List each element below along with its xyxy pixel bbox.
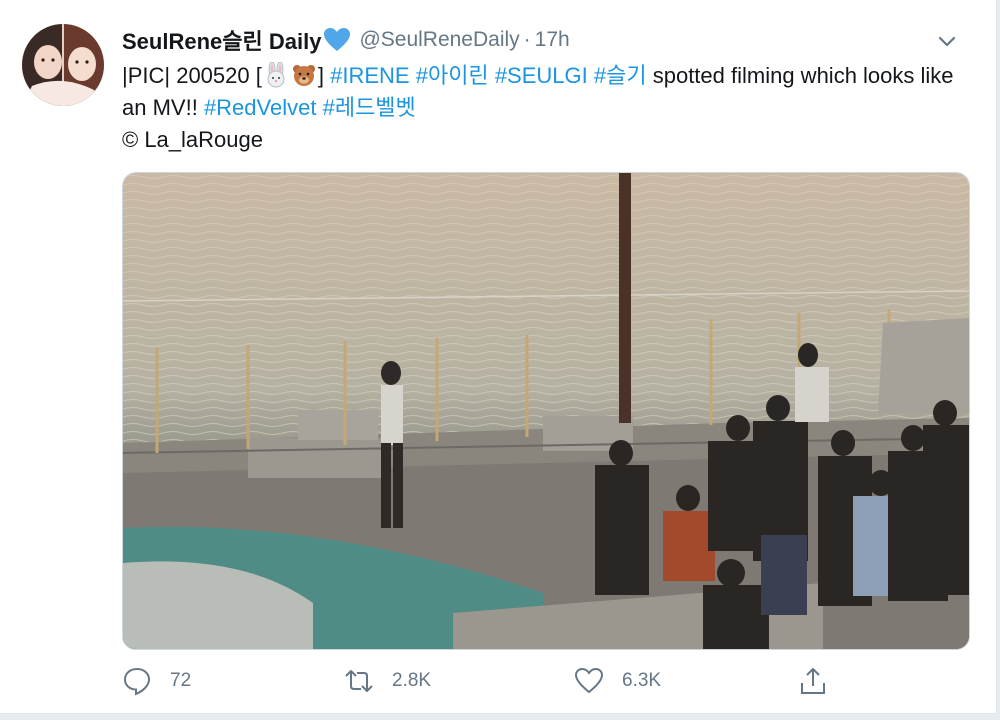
- separator-dot: ·: [523, 28, 531, 51]
- timestamp[interactable]: 17h: [535, 28, 570, 52]
- photo-credit: © La_laRouge: [122, 127, 263, 152]
- hashtag-irene-korean[interactable]: #아이린: [416, 63, 489, 88]
- text-bracket-close: ]: [317, 63, 324, 88]
- share-button[interactable]: [798, 666, 828, 696]
- reply-icon: [123, 667, 151, 696]
- hashtag-seulgi-korean[interactable]: #슬기: [594, 63, 647, 88]
- like-icon: [574, 667, 604, 694]
- chevron-down-icon[interactable]: [936, 30, 958, 52]
- hashtag-seulgi[interactable]: #SEULGI: [495, 63, 588, 88]
- text-prefix: |PIC| 200520 [: [122, 63, 262, 88]
- reply-button[interactable]: 72: [122, 666, 191, 696]
- tweet-actions: 72 2.8K 6.3K: [122, 666, 968, 702]
- avatar[interactable]: [22, 24, 104, 106]
- like-button[interactable]: 6.3K: [574, 666, 661, 696]
- retweet-count: 2.8K: [392, 670, 432, 691]
- reply-count: 72: [170, 670, 192, 691]
- retweet-button[interactable]: 2.8K: [344, 666, 431, 696]
- tweet-header: SeulRene슬린 Daily @SeulReneDaily · 17h: [122, 24, 966, 56]
- bear-emoji-icon: [292, 65, 315, 86]
- tweet-text: |PIC| 200520 [ ] #IRENE #아이린 #SEULGI #슬기…: [122, 60, 972, 156]
- tweet-photo[interactable]: [122, 172, 970, 650]
- hashtag-irene[interactable]: #IRENE: [330, 63, 409, 88]
- blue-heart-icon: [324, 28, 351, 51]
- retweet-icon: [345, 670, 373, 692]
- hashtag-redvelvet-korean[interactable]: #레드벨벳: [323, 95, 416, 120]
- user-handle[interactable]: @SeulReneDaily: [359, 28, 519, 52]
- rabbit-emoji-icon: [267, 62, 285, 88]
- like-count: 6.3K: [622, 670, 662, 691]
- share-icon: [801, 668, 825, 694]
- tweet-card[interactable]: SeulRene슬린 Daily @SeulReneDaily · 17h |P…: [0, 0, 997, 714]
- display-name[interactable]: SeulRene슬린 Daily: [122, 24, 321, 56]
- hashtag-redvelvet[interactable]: #RedVelvet: [204, 95, 317, 120]
